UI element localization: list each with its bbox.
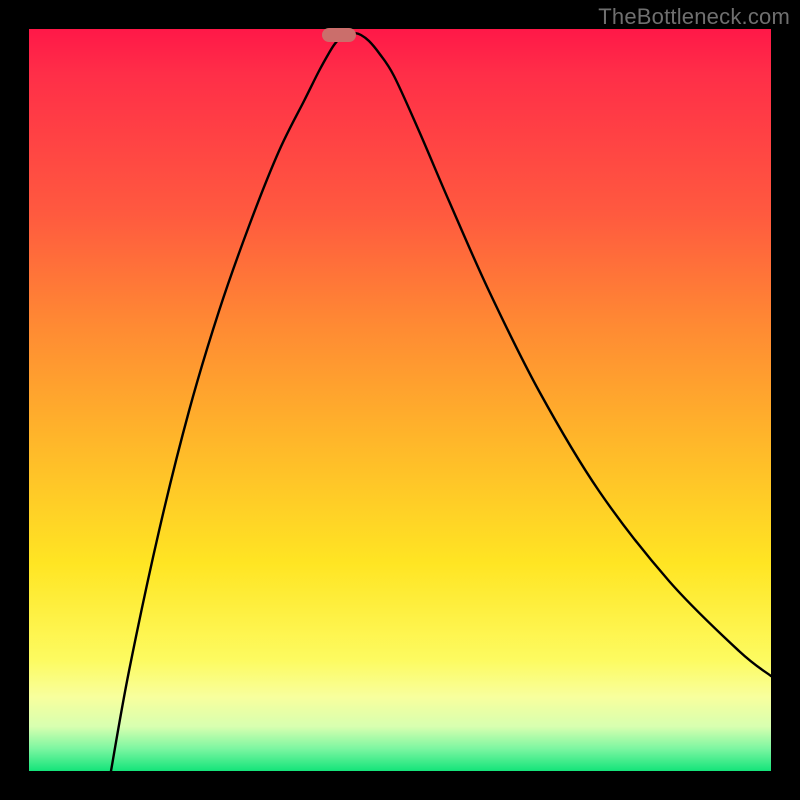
chart-frame: TheBottleneck.com [0,0,800,800]
plot-area [29,29,771,771]
bottleneck-curve [111,33,771,771]
optimal-marker [322,28,356,42]
watermark-text: TheBottleneck.com [598,4,790,30]
curve-svg [29,29,771,771]
